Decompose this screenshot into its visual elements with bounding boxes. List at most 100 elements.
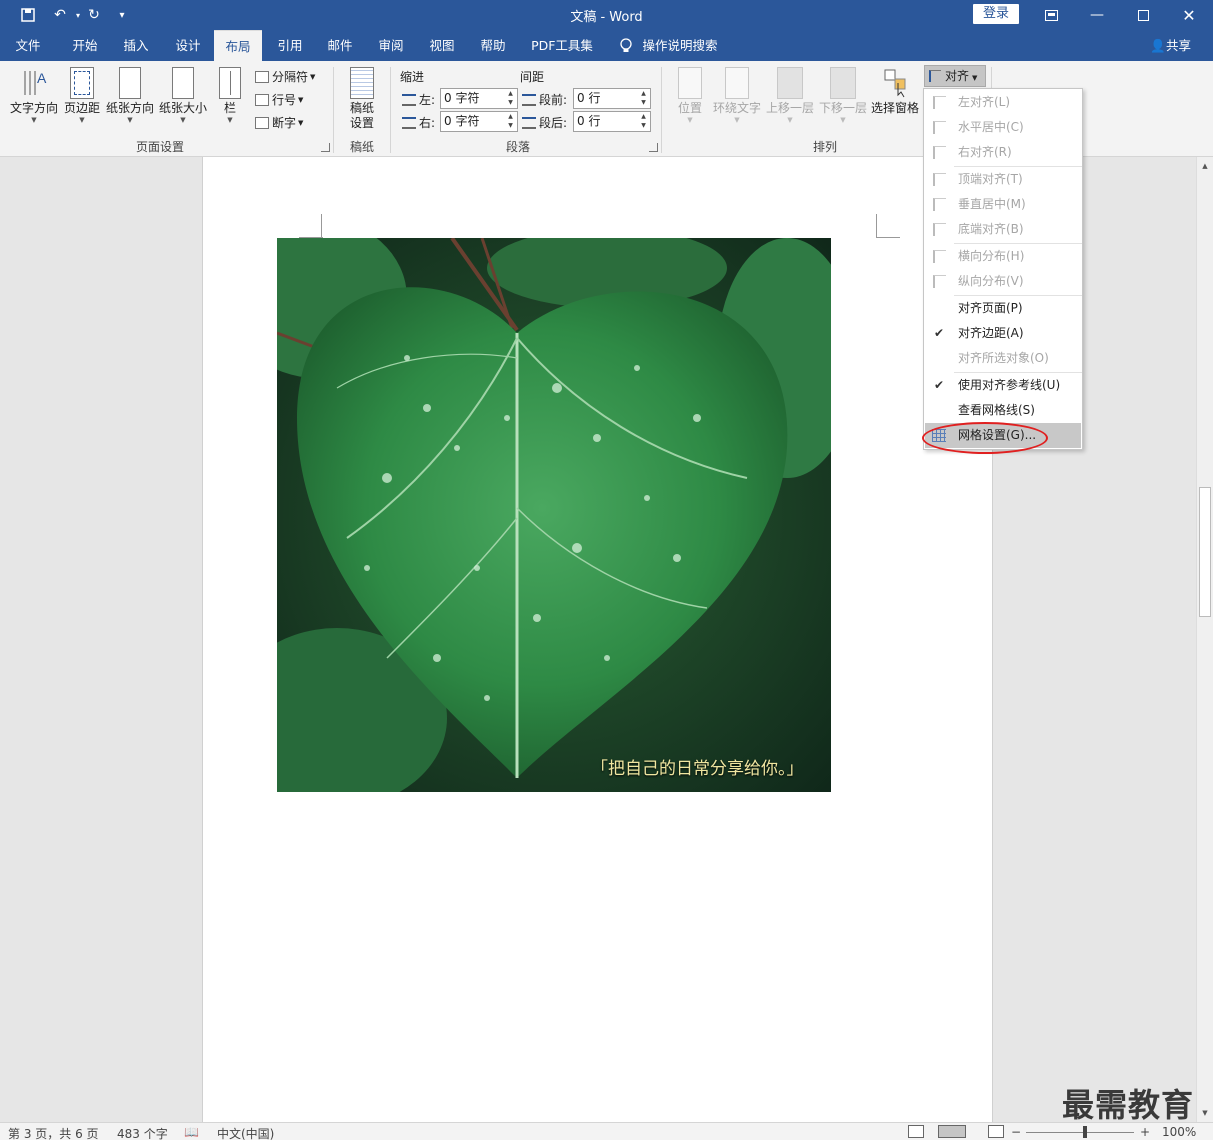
menu-item-view-gridlines[interactable]: 查看网格线(S) — [925, 398, 1081, 423]
vertical-scrollbar[interactable]: ▲ ▼ — [1196, 157, 1213, 1122]
lightbulb-icon — [618, 30, 634, 61]
orientation-button[interactable]: 纸张方向 ▼ — [104, 67, 156, 124]
save-icon[interactable] — [18, 5, 38, 25]
zoom-level[interactable]: 100% — [1162, 1125, 1196, 1139]
ribbon-tabs: 文件 开始 插入 设计 布局 引用 邮件 审阅 视图 帮助 PDF工具集 操作说… — [0, 30, 1213, 61]
spacing-after-input[interactable]: 0 行 ▲ ▼ — [573, 111, 651, 132]
dropdown-caret-icon: ▼ — [787, 116, 793, 124]
zoom-in-icon[interactable]: + — [1140, 1125, 1150, 1139]
scroll-down-icon[interactable]: ▼ — [1197, 1106, 1213, 1120]
menu-item-align-middle[interactable]: 垂直居中(M) — [925, 192, 1081, 217]
menu-item-align-to-page[interactable]: 对齐页面(P) — [925, 296, 1081, 321]
selection-pane-button[interactable]: 选择窗格 — [870, 67, 920, 116]
checkmark-icon: ✔ — [934, 326, 945, 340]
print-layout-icon[interactable] — [938, 1125, 966, 1138]
spinner-arrows-icon[interactable]: ▲ ▼ — [638, 89, 649, 108]
menu-item-align-to-margin[interactable]: ✔ 对齐边距(A) — [925, 321, 1081, 346]
ribbon-display-options-icon[interactable] — [1028, 0, 1074, 30]
columns-button[interactable]: 栏 ▼ — [216, 67, 244, 124]
line-numbers-button[interactable]: 行号 ▼ — [255, 91, 303, 108]
indent-right-label: 右: — [402, 114, 435, 131]
align-middle-icon — [933, 198, 946, 211]
document-page[interactable]: 「把自己的日常分享给你。」 — [202, 157, 993, 1122]
send-backward-icon — [830, 67, 856, 99]
zoom-out-icon[interactable]: − — [1011, 1125, 1021, 1139]
tab-review[interactable]: 审阅 — [369, 30, 413, 61]
tab-references[interactable]: 引用 — [268, 30, 312, 61]
word-count[interactable]: 483 个字 — [117, 1125, 168, 1140]
align-right-icon — [933, 146, 946, 159]
tab-insert[interactable]: 插入 — [114, 30, 158, 61]
scroll-up-icon[interactable]: ▲ — [1197, 159, 1213, 173]
indent-right-input[interactable]: 0 字符 ▲ ▼ — [440, 111, 518, 132]
crop-mark — [876, 214, 900, 238]
manuscript-settings-button[interactable]: 稿纸 设置 — [342, 67, 382, 131]
scroll-thumb[interactable] — [1199, 487, 1211, 617]
hyphenation-button[interactable]: 断字 ▼ — [255, 114, 303, 131]
tab-view[interactable]: 视图 — [420, 30, 464, 61]
language-indicator[interactable]: 中文(中国) — [217, 1125, 274, 1140]
menu-item-distribute-vertical[interactable]: 纵向分布(V) — [925, 269, 1081, 294]
title-bar: ↶ ▾ ↻ ▾ 文稿 - Word 登录 — ✕ — [0, 0, 1213, 30]
tab-design[interactable]: 设计 — [166, 30, 210, 61]
svg-text:A: A — [37, 70, 47, 86]
watermark-logo: 最需教育 — [1062, 1086, 1195, 1124]
paragraph-launcher-icon[interactable] — [649, 143, 658, 152]
page-count[interactable]: 第 3 页，共 6 页 — [8, 1125, 99, 1140]
menu-item-align-right[interactable]: 右对齐(R) — [925, 140, 1081, 165]
indent-label: 缩进 — [400, 70, 425, 84]
page-setup-launcher-icon[interactable] — [321, 143, 330, 152]
login-button[interactable]: 登录 — [973, 4, 1019, 24]
close-icon[interactable]: ✕ — [1166, 0, 1212, 30]
indent-left-input[interactable]: 0 字符 ▲ ▼ — [440, 88, 518, 109]
customize-toolbar-icon[interactable]: ▾ — [112, 5, 132, 25]
align-button[interactable]: 对齐 ▼ — [924, 65, 986, 87]
send-backward-button[interactable]: 下移一层 ▼ — [818, 67, 868, 124]
share-button[interactable]: 👤共享 — [1150, 30, 1191, 61]
menu-item-align-top[interactable]: 顶端对齐(T) — [925, 167, 1081, 192]
minimize-icon[interactable]: — — [1074, 0, 1120, 30]
size-button[interactable]: 纸张大小 ▼ — [158, 67, 208, 124]
menu-item-align-left[interactable]: 左对齐(L) — [925, 90, 1081, 115]
tab-pdf-tools[interactable]: PDF工具集 — [524, 30, 600, 61]
spacing-before-input[interactable]: 0 行 ▲ ▼ — [573, 88, 651, 109]
spinner-arrows-icon[interactable]: ▲ ▼ — [505, 89, 516, 108]
web-layout-icon[interactable] — [988, 1125, 1004, 1138]
maximize-icon[interactable] — [1120, 0, 1166, 30]
spinner-arrows-icon[interactable]: ▲ ▼ — [505, 112, 516, 131]
tab-home[interactable]: 开始 — [62, 30, 108, 61]
zoom-slider[interactable] — [1026, 1132, 1134, 1133]
bring-forward-button[interactable]: 上移一层 ▼ — [765, 67, 815, 124]
proofing-icon[interactable]: 📖 — [184, 1125, 199, 1139]
read-mode-icon[interactable] — [908, 1125, 924, 1138]
dropdown-caret-icon: ▼ — [127, 116, 133, 124]
indent-left-label: 左: — [402, 91, 435, 108]
spinner-arrows-icon[interactable]: ▲ ▼ — [638, 112, 649, 131]
position-button[interactable]: 位置 ▼ — [672, 67, 708, 124]
breaks-button[interactable]: 分隔符 ▼ — [255, 68, 315, 85]
menu-item-distribute-horizontal[interactable]: 横向分布(H) — [925, 244, 1081, 269]
menu-item-align-selected-objects[interactable]: 对齐所选对象(O) — [925, 346, 1081, 371]
spacing-before-label: 段前: — [522, 91, 567, 108]
tab-file[interactable]: 文件 — [6, 30, 50, 61]
tab-mailings[interactable]: 邮件 — [318, 30, 362, 61]
menu-item-align-bottom[interactable]: 底端对齐(B) — [925, 217, 1081, 242]
text-direction-button[interactable]: A 文字方向 ▼ — [8, 67, 60, 124]
zoom-slider-thumb[interactable] — [1083, 1126, 1087, 1138]
group-separator — [333, 67, 334, 153]
leaf-photo[interactable]: 「把自己的日常分享给你。」 — [277, 238, 831, 792]
menu-item-align-center[interactable]: 水平居中(C) — [925, 115, 1081, 140]
tell-me-search[interactable]: 操作说明搜索 — [642, 30, 718, 61]
menu-item-use-alignment-guides[interactable]: ✔ 使用对齐参考线(U) — [925, 373, 1081, 398]
tab-layout[interactable]: 布局 — [214, 30, 262, 61]
position-icon — [678, 67, 702, 99]
margins-button[interactable]: 页边距 ▼ — [62, 67, 102, 124]
tab-help[interactable]: 帮助 — [471, 30, 515, 61]
redo-icon[interactable]: ↻ — [84, 5, 104, 25]
group-label-arrange: 排列 — [812, 140, 837, 154]
crop-mark — [321, 214, 322, 238]
wrap-text-button[interactable]: 环绕文字 ▼ — [712, 67, 762, 124]
undo-icon[interactable]: ↶ — [50, 5, 70, 25]
dropdown-caret-icon: ▼ — [310, 72, 316, 81]
align-icon — [929, 70, 941, 82]
